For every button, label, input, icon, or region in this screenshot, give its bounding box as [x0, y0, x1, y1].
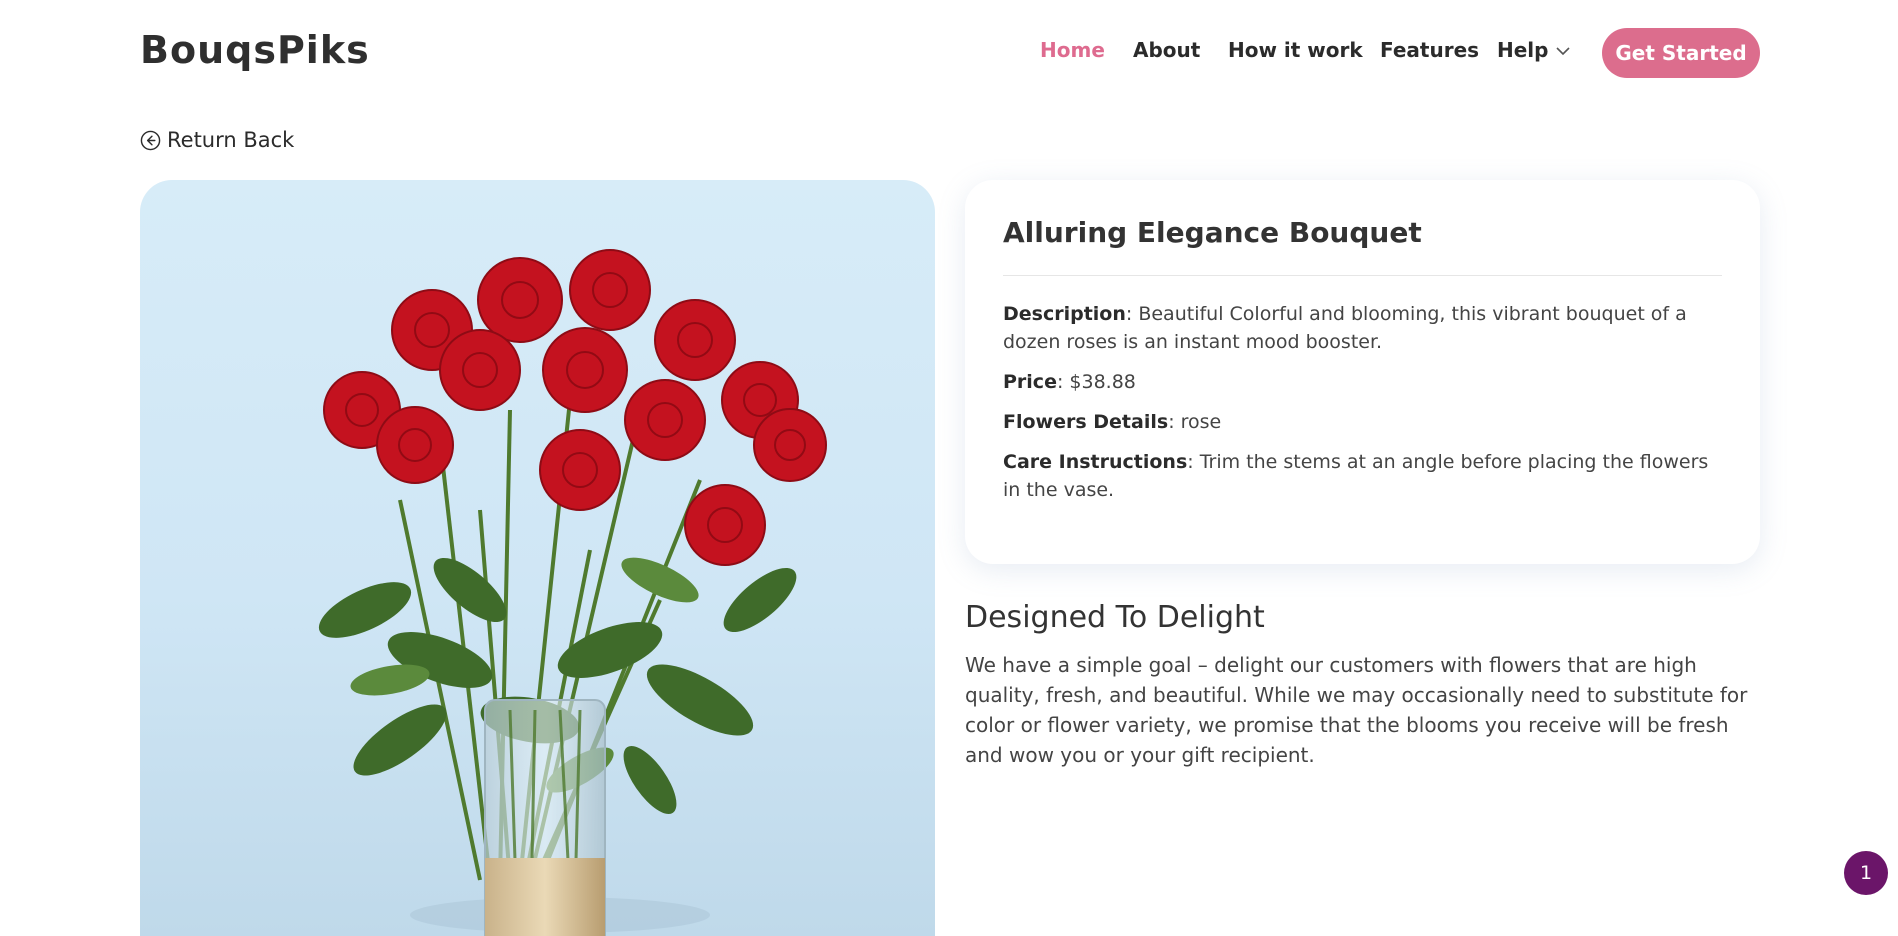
get-started-button[interactable]: Get Started	[1602, 28, 1760, 78]
flowers-value: : rose	[1168, 411, 1222, 433]
nav-home[interactable]: Home	[1040, 38, 1105, 62]
site-logo[interactable]: BouqsPiks	[140, 28, 370, 72]
flowers-label: Flowers Details	[1003, 411, 1169, 433]
site-header: BouqsPiks Home About How it work Feature…	[0, 0, 1898, 105]
description-label: Description	[1003, 303, 1126, 325]
product-price: Price: $38.88	[1003, 368, 1722, 396]
price-value: : $38.88	[1056, 371, 1136, 393]
return-back-label: Return Back	[167, 128, 295, 152]
nav-about[interactable]: About	[1133, 38, 1200, 62]
back-arrow-circle-icon	[140, 130, 161, 150]
chevron-down-icon	[1556, 47, 1571, 56]
product-description: Description: Beautiful Colorful and bloo…	[1003, 300, 1722, 356]
nav-how-it-work[interactable]: How it work	[1228, 38, 1363, 62]
product-image	[140, 180, 935, 936]
care-label: Care Instructions	[1003, 451, 1188, 473]
nav-features[interactable]: Features	[1380, 38, 1479, 62]
product-flowers: Flowers Details: rose	[1003, 408, 1722, 436]
notification-badge[interactable]: 1	[1844, 851, 1888, 895]
product-care: Care Instructions: Trim the stems at an …	[1003, 448, 1722, 504]
nav-help-label: Help	[1497, 38, 1549, 62]
section-body: We have a simple goal – delight our cust…	[965, 653, 1748, 767]
product-title: Alluring Elegance Bouquet	[1003, 216, 1422, 249]
section-title: Designed To Delight	[965, 600, 1265, 635]
product-details-card: Alluring Elegance Bouquet Description: B…	[965, 180, 1760, 564]
title-divider	[1003, 275, 1722, 276]
nav-help[interactable]: Help	[1497, 38, 1571, 62]
rose-bouquet-illustration	[318, 249, 827, 936]
return-back-link[interactable]: Return Back	[140, 128, 294, 152]
price-label: Price	[1003, 371, 1057, 393]
